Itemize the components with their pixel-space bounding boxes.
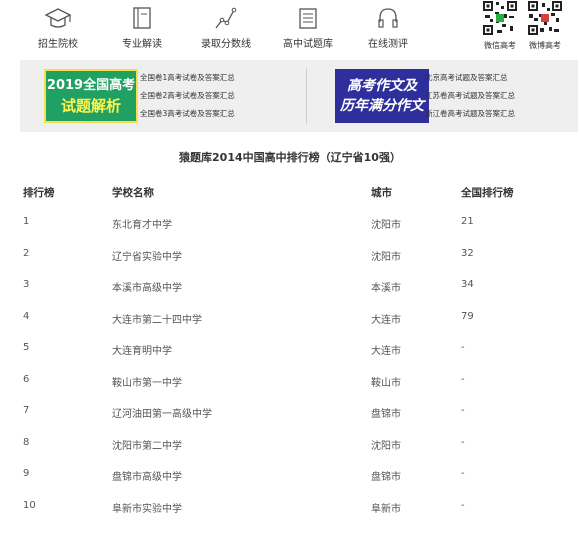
cell-city: 大连市	[371, 314, 401, 326]
table-row: 6 鞍山市第一中学 鞍山市 -	[0, 366, 580, 398]
cell-school: 本溪市高级中学	[112, 283, 182, 294]
link-zhejiang[interactable]: 浙江卷高考试题及答案汇总	[425, 105, 565, 123]
nav-label-scores: 录取分数线	[201, 39, 251, 50]
nav-label-online-test: 在线测评	[368, 39, 408, 50]
cell-city: 沈阳市	[371, 220, 401, 231]
cell-rank: 4	[23, 310, 30, 322]
table-row: 3 本溪市高级中学 本溪市 34	[0, 271, 580, 303]
nav-item-question-bank[interactable]: 高中试题库	[268, 4, 348, 50]
cell-national-rank: -	[461, 405, 465, 416]
table-row: 10 阜新市实验中学 阜新市 -	[0, 492, 580, 524]
table-row: 2 辽宁省实验中学 沈阳市 32	[0, 240, 580, 272]
essay-promo[interactable]: 高考作文及 历年满分作文	[335, 69, 429, 123]
banner-divider	[306, 68, 307, 124]
cell-rank: 1	[23, 216, 30, 227]
nav-item-majors[interactable]: 专业解读	[102, 4, 182, 50]
cell-national-rank: 34	[461, 279, 474, 290]
cell-rank: 6	[23, 373, 30, 385]
link-national-2[interactable]: 全国卷2高考试卷及答案汇总	[140, 87, 280, 105]
cell-school: 大连市第二十四中学	[112, 314, 202, 326]
cell-rank: 3	[23, 279, 30, 290]
cell-national-rank: 32	[461, 247, 474, 259]
gaokao-2019-promo-line1: 2019全国高考	[46, 78, 136, 93]
cell-rank: 7	[23, 405, 30, 416]
cell-rank: 2	[23, 247, 30, 259]
cell-city: 沈阳市	[371, 440, 401, 452]
cell-city: 大连市	[371, 346, 401, 357]
essay-promo-line1: 高考作文及	[347, 78, 417, 94]
cell-city: 盘锦市	[371, 409, 401, 420]
cell-city: 盘锦市	[371, 472, 401, 483]
graduation-cap-icon	[44, 8, 72, 28]
wechat-qr-icon	[482, 0, 518, 36]
cell-school: 辽宁省实验中学	[112, 251, 182, 263]
cell-school: 鞍山市第一中学	[112, 377, 182, 389]
headphones-icon	[378, 8, 398, 28]
book-icon	[133, 7, 151, 29]
nav-item-schools[interactable]: 招生院校	[18, 4, 98, 50]
cell-school: 大连育明中学	[112, 346, 172, 357]
cell-city: 本溪市	[371, 283, 401, 294]
table-header: 排行榜 学校名称 城市 全国排行榜	[0, 178, 580, 208]
right-links: 北京高考试题及答案汇总 江苏卷高考试题及答案汇总 浙江卷高考试题及答案汇总	[425, 69, 565, 123]
left-links: 全国卷1高考试卷及答案汇总 全国卷2高考试卷及答案汇总 全国卷3高考试卷及答案汇…	[140, 69, 280, 123]
cell-rank: 5	[23, 342, 30, 353]
cell-school: 盘锦市高级中学	[112, 472, 182, 483]
line-chart-icon	[215, 7, 237, 29]
link-beijing[interactable]: 北京高考试题及答案汇总	[425, 69, 565, 87]
link-national-1[interactable]: 全国卷1高考试卷及答案汇总	[140, 69, 280, 87]
cell-national-rank: -	[461, 499, 465, 511]
ranking-table: 排行榜 学校名称 城市 全国排行榜 1 东北育才中学 沈阳市 21 2 辽宁省实…	[0, 178, 580, 523]
table-row: 5 大连育明中学 大连市 -	[0, 334, 580, 366]
qr-wechat-label: 微信高考	[484, 41, 516, 50]
nav-item-scores[interactable]: 录取分数线	[186, 4, 266, 50]
cell-school: 辽河油田第一高级中学	[112, 409, 212, 420]
header-school: 学校名称	[112, 187, 154, 199]
qr-wechat[interactable]: 微信高考	[480, 0, 520, 51]
cell-national-rank: -	[461, 436, 465, 448]
table-row: 1 东北育才中学 沈阳市 21	[0, 208, 580, 240]
cell-school: 阜新市实验中学	[112, 503, 182, 515]
cell-national-rank: -	[461, 468, 465, 479]
nav-label-majors: 专业解读	[122, 39, 162, 50]
nav-label-question-bank: 高中试题库	[283, 39, 333, 50]
table-row: 7 辽河油田第一高级中学 盘锦市 -	[0, 397, 580, 429]
header-rank: 排行榜	[23, 187, 55, 199]
table-row: 4 大连市第二十四中学 大连市 79	[0, 303, 580, 335]
top-nav: 招生院校 专业解读 录取分数线 高中试题库 在线测评 微信高考 微博高考	[0, 0, 580, 58]
table-row: 9 盘锦市高级中学 盘锦市 -	[0, 460, 580, 492]
cell-school: 沈阳市第二中学	[112, 440, 182, 452]
link-national-3[interactable]: 全国卷3高考试卷及答案汇总	[140, 105, 280, 123]
cell-rank: 9	[23, 468, 30, 479]
weibo-qr-icon	[527, 0, 563, 36]
cell-city: 鞍山市	[371, 377, 401, 389]
header-city: 城市	[371, 187, 392, 199]
document-stack-icon	[299, 8, 317, 29]
page-title: 猿题库2014中国高中排行榜（辽宁省10强）	[179, 151, 401, 164]
table-row: 8 沈阳市第二中学 沈阳市 -	[0, 429, 580, 461]
cell-rank: 8	[23, 436, 30, 448]
gaokao-2019-promo[interactable]: 2019全国高考 试题解析	[44, 69, 138, 123]
header-national-rank: 全国排行榜	[461, 187, 514, 199]
cell-national-rank: -	[461, 342, 465, 353]
nav-label-schools: 招生院校	[38, 39, 78, 50]
cell-national-rank: 21	[461, 216, 474, 227]
cell-school: 东北育才中学	[112, 220, 172, 231]
qr-weibo-label: 微博高考	[529, 41, 561, 50]
promo-banner: 2019全国高考 试题解析 全国卷1高考试卷及答案汇总 全国卷2高考试卷及答案汇…	[20, 60, 578, 132]
nav-item-online-test[interactable]: 在线测评	[348, 4, 428, 50]
cell-national-rank: 79	[461, 310, 474, 322]
cell-rank: 10	[23, 499, 36, 511]
essay-promo-line2: 历年满分作文	[340, 98, 424, 114]
gaokao-2019-promo-line2: 试题解析	[60, 97, 121, 115]
link-jiangsu[interactable]: 江苏卷高考试题及答案汇总	[425, 87, 565, 105]
cell-city: 阜新市	[371, 503, 401, 515]
cell-national-rank: -	[461, 373, 465, 385]
qr-weibo[interactable]: 微博高考	[525, 0, 565, 51]
cell-city: 沈阳市	[371, 251, 401, 263]
